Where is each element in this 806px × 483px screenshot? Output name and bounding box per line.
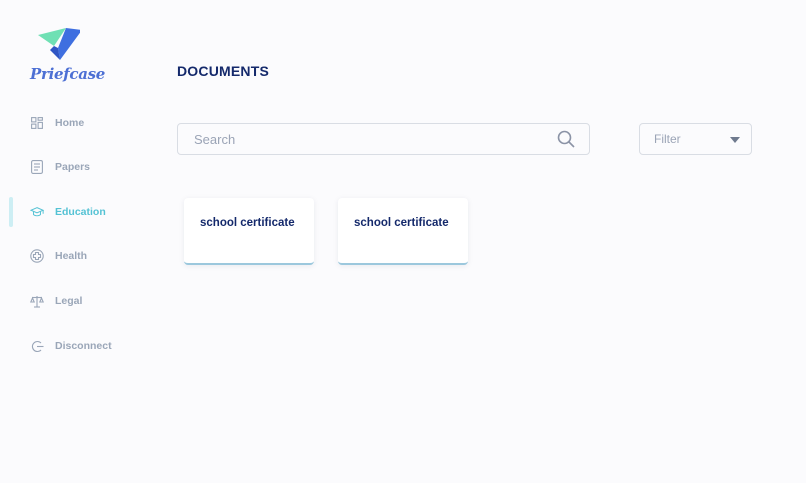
disconnect-icon bbox=[30, 339, 44, 353]
sidebar-item-label: Papers bbox=[55, 161, 91, 173]
sidebar-item-papers[interactable]: Papers bbox=[0, 152, 150, 182]
document-card[interactable]: school certificate bbox=[184, 198, 314, 265]
sidebar-item-label: Education bbox=[55, 206, 106, 218]
health-icon bbox=[30, 249, 44, 263]
grid-icon bbox=[30, 116, 44, 130]
logo-mark-icon bbox=[38, 28, 80, 60]
document-card-title: school certificate bbox=[354, 217, 449, 229]
document-card[interactable]: school certificate bbox=[338, 198, 468, 265]
active-indicator bbox=[9, 197, 13, 227]
active-indicator bbox=[9, 152, 13, 182]
papers-icon bbox=[30, 160, 44, 174]
filter-label: Filter bbox=[654, 132, 681, 146]
filter-dropdown[interactable]: Filter bbox=[639, 123, 752, 155]
graduation-cap-icon bbox=[30, 205, 44, 219]
brand-logo[interactable]: Priefcase bbox=[30, 26, 105, 88]
sidebar-item-legal[interactable]: Legal bbox=[0, 286, 150, 316]
app-root: Priefcase Home Papers Education Health L… bbox=[0, 0, 806, 483]
sidebar-item-label: Legal bbox=[55, 295, 83, 307]
search-bar bbox=[177, 123, 590, 155]
document-card-title: school certificate bbox=[200, 217, 295, 229]
sidebar-item-label: Disconnect bbox=[55, 340, 112, 352]
active-indicator bbox=[9, 286, 13, 316]
sidebar-item-label: Home bbox=[55, 117, 85, 129]
page-title: DOCUMENTS bbox=[177, 63, 270, 79]
sidebar-item-disconnect[interactable]: Disconnect bbox=[0, 331, 150, 361]
scales-icon bbox=[30, 294, 44, 308]
sidebar-item-education[interactable]: Education bbox=[0, 197, 150, 227]
caret-down-icon bbox=[730, 137, 740, 143]
search-icon[interactable] bbox=[557, 130, 575, 148]
brand-name: Priefcase bbox=[30, 65, 106, 83]
sidebar-item-home[interactable]: Home bbox=[0, 108, 150, 138]
sidebar: Priefcase Home Papers Education Health L… bbox=[0, 0, 150, 483]
search-input[interactable] bbox=[178, 124, 548, 154]
sidebar-item-health[interactable]: Health bbox=[0, 241, 150, 271]
sidebar-item-label: Health bbox=[55, 250, 88, 262]
active-indicator bbox=[9, 331, 13, 361]
active-indicator bbox=[9, 241, 13, 271]
active-indicator bbox=[9, 108, 13, 138]
